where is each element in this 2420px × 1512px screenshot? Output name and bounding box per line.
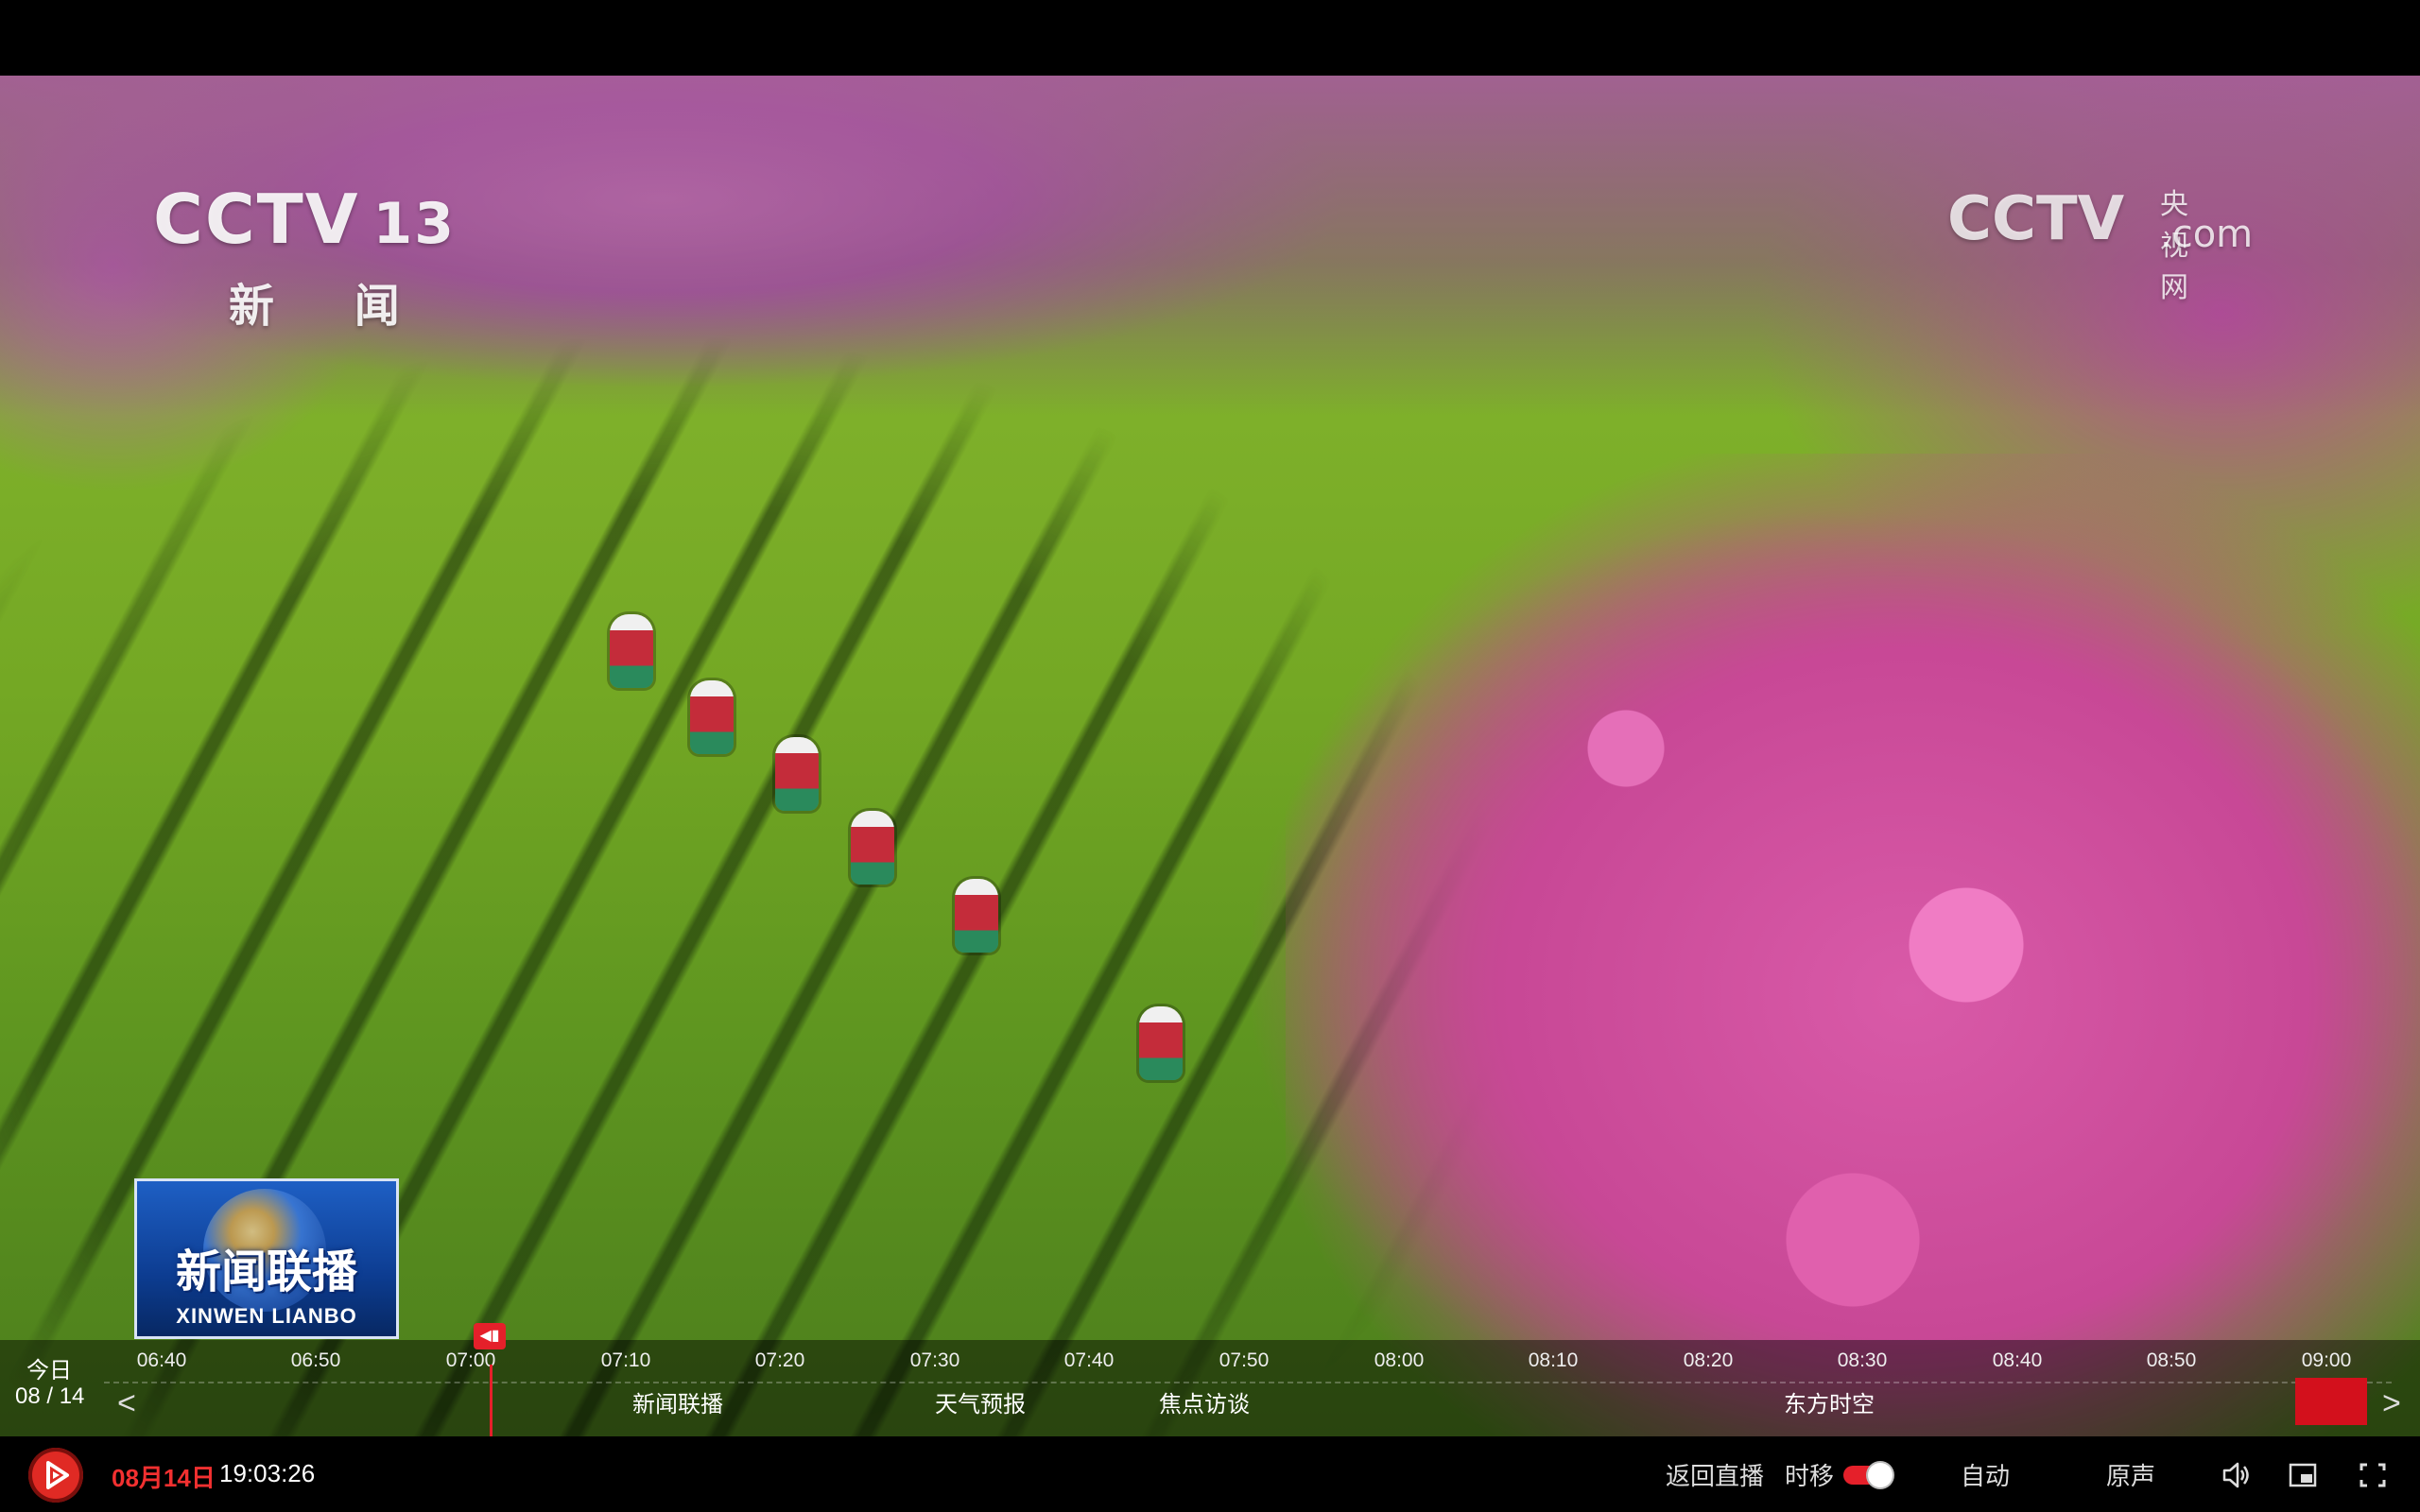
program-item[interactable]: 天气预报 xyxy=(935,1385,1026,1418)
quality-button[interactable]: 自动 xyxy=(1961,1457,2010,1492)
program-logo: 新闻联播 XINWEN LIANBO xyxy=(134,1178,399,1339)
program-item[interactable]: 东方时空 xyxy=(1784,1385,1875,1418)
time-tick: 08:10 xyxy=(1528,1349,1579,1371)
playhead-handle[interactable]: ◀▮ xyxy=(474,1323,506,1349)
timeline-prev-button[interactable]: < xyxy=(117,1387,136,1419)
play-button[interactable] xyxy=(28,1448,83,1503)
time-tick: 06:50 xyxy=(290,1349,341,1371)
tea-picker xyxy=(1139,1006,1183,1080)
program-item[interactable]: 新闻联播 xyxy=(632,1385,723,1418)
time-tick: 09:00 xyxy=(2301,1349,2352,1371)
volume-icon[interactable] xyxy=(2221,1461,2252,1494)
channel-brand: CCTV xyxy=(153,180,360,259)
program-logo-en: XINWEN LIANBO xyxy=(176,1304,357,1328)
pip-icon[interactable] xyxy=(2288,1461,2318,1494)
watermark-suffix: .com xyxy=(2160,213,2254,256)
tea-picker xyxy=(690,680,734,754)
time-tick: 07:10 xyxy=(600,1349,651,1371)
playhead[interactable] xyxy=(490,1365,493,1436)
epg-date: 08 / 14 xyxy=(15,1383,85,1409)
channel-logo: CCTV 13 新 闻 xyxy=(153,180,456,335)
tea-picker xyxy=(955,879,998,953)
cherry-blossom-tree xyxy=(1286,454,2420,1436)
time-tick: 06:40 xyxy=(136,1349,187,1371)
time-tick: 08:30 xyxy=(1837,1349,1888,1371)
tea-picker xyxy=(851,811,894,885)
program-item[interactable]: 焦点访谈 xyxy=(1159,1385,1250,1418)
epg-timeline[interactable]: 今日 08 / 14 06:40 06:50 07:00 07:10 07:20… xyxy=(0,1323,2420,1436)
current-date: 08月14日 xyxy=(112,1464,216,1492)
time-tick: 07:50 xyxy=(1219,1349,1270,1371)
play-icon xyxy=(46,1461,69,1489)
watermark-brand: CCTV xyxy=(1947,184,2125,254)
time-tick: 07:40 xyxy=(1063,1349,1115,1371)
time-tick: 07:00 xyxy=(445,1349,496,1371)
channel-name: 新 闻 xyxy=(229,280,432,333)
time-tick: 08:50 xyxy=(2146,1349,2197,1371)
time-tick: 08:00 xyxy=(1374,1349,1425,1371)
back-to-live-button[interactable]: 返回直播 xyxy=(1666,1457,1764,1492)
time-tick: 07:20 xyxy=(754,1349,805,1371)
time-tick: 07:30 xyxy=(909,1349,960,1371)
timeline-next-button[interactable]: > xyxy=(2382,1387,2401,1419)
time-tick: 08:20 xyxy=(1683,1349,1734,1371)
today-label: 今日 xyxy=(26,1358,72,1383)
cctv-com-watermark: CCTV 央视网 .com xyxy=(1947,184,2253,304)
epg-date-selector[interactable]: 今日 08 / 14 xyxy=(0,1340,104,1436)
current-time: 19:03:26 xyxy=(219,1459,316,1487)
tea-picker xyxy=(610,614,653,688)
audio-track-button[interactable]: 原声 xyxy=(2106,1457,2155,1492)
tea-picker xyxy=(775,737,819,811)
live-marker[interactable] xyxy=(2295,1378,2367,1425)
channel-number: 13 xyxy=(372,191,457,257)
control-bar: 08月14日 19:03:26 返回直播 时移 自动 原声 xyxy=(0,1436,2420,1512)
timeshift-label: 时移 xyxy=(1785,1462,1835,1490)
timeshift-toggle[interactable] xyxy=(1843,1463,1893,1487)
time-tick: 08:40 xyxy=(1992,1349,2043,1371)
timeline-track[interactable] xyxy=(104,1382,2392,1383)
toggle-knob xyxy=(1868,1463,1893,1487)
program-logo-cn: 新闻联播 xyxy=(175,1247,357,1297)
fullscreen-icon[interactable] xyxy=(2358,1461,2388,1494)
